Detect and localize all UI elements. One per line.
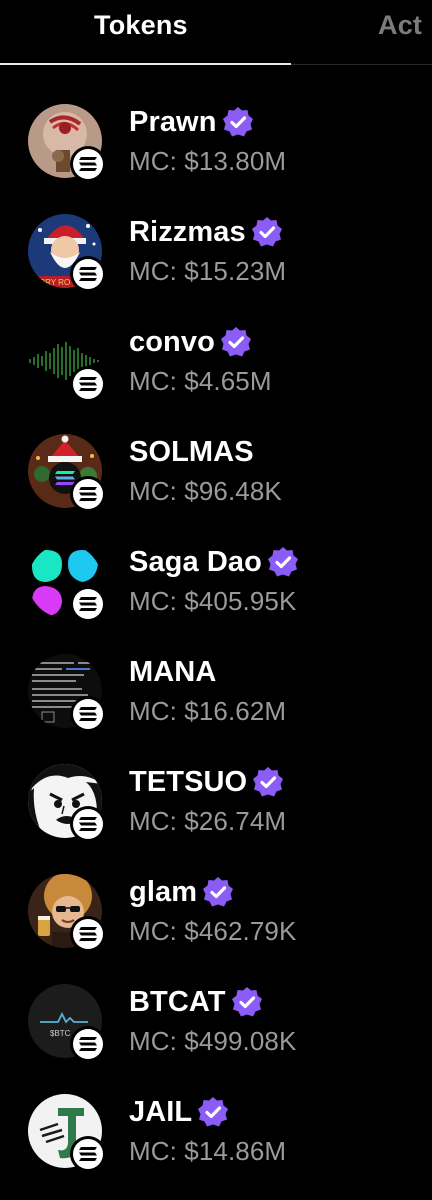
verified-badge-icon [220,327,251,357]
verified-badge-icon [231,987,262,1017]
market-cap: MC: $15.23M [129,256,287,286]
token-name: BTCAT [129,985,226,1018]
svg-text:$BTC: $BTC [50,1029,71,1038]
token-name: Saga Dao [129,545,262,578]
token-name: TETSUO [129,765,248,798]
token-row-convo[interactable]: convo MC: $4.65M [0,306,432,416]
solana-badge-icon [70,1026,106,1062]
token-name: Prawn [129,105,217,138]
market-cap: MC: $405.95K [129,586,297,616]
tab-bar: Tokens Act [0,0,432,66]
tab-tokens[interactable]: Tokens [94,10,188,41]
token-name: convo [129,325,215,358]
token-row-jail[interactable]: JAIL MC: $14.86M [0,1076,432,1186]
market-cap: MC: $14.86M [129,1136,287,1166]
tab-divider [291,64,432,65]
active-tab-indicator [0,63,291,65]
market-cap: MC: $16.62M [129,696,287,726]
solana-badge-icon [70,806,106,842]
token-list: Prawn MC: $13.80M ERRY RO Rizzmas MC: $1… [0,86,432,1186]
token-row-btcat[interactable]: $BTC BTCAT MC: $499.08K [0,966,432,1076]
market-cap: MC: $96.48K [129,476,282,506]
token-row-tetsuo[interactable]: TETSUO MC: $26.74M [0,746,432,856]
svg-text:ERRY RO: ERRY RO [34,278,70,287]
solana-badge-icon [70,586,106,622]
token-name: MANA [129,655,217,688]
token-row-prawn[interactable]: Prawn MC: $13.80M [0,86,432,196]
token-name: Rizzmas [129,215,246,248]
tab-activity[interactable]: Act [378,10,422,41]
token-row-rizzmas[interactable]: ERRY RO Rizzmas MC: $15.23M [0,196,432,306]
token-name: glam [129,875,198,908]
market-cap: MC: $26.74M [129,806,287,836]
solana-badge-icon [70,366,106,402]
solana-badge-icon [70,146,106,182]
solana-badge-icon [70,256,106,292]
verified-badge-icon [222,107,253,137]
solana-badge-icon [70,916,106,952]
token-row-saga-dao[interactable]: Saga Dao MC: $405.95K [0,526,432,636]
token-name: JAIL [129,1095,193,1128]
token-row-glam[interactable]: glam MC: $462.79K [0,856,432,966]
solana-badge-icon [70,1136,106,1172]
verified-badge-icon [251,217,282,247]
market-cap: MC: $13.80M [129,146,287,176]
verified-badge-icon [203,877,234,907]
solana-badge-icon [70,476,106,512]
token-row-solmas[interactable]: SOLMAS MC: $96.48K [0,416,432,526]
token-row-mana[interactable]: MANA MC: $16.62M [0,636,432,746]
verified-badge-icon [253,767,284,797]
market-cap: MC: $4.65M [129,366,272,396]
verified-badge-icon [198,1097,229,1127]
market-cap: MC: $462.79K [129,916,297,946]
verified-badge-icon [267,547,298,577]
token-name: SOLMAS [129,435,254,468]
solana-badge-icon [70,696,106,732]
market-cap: MC: $499.08K [129,1026,297,1056]
